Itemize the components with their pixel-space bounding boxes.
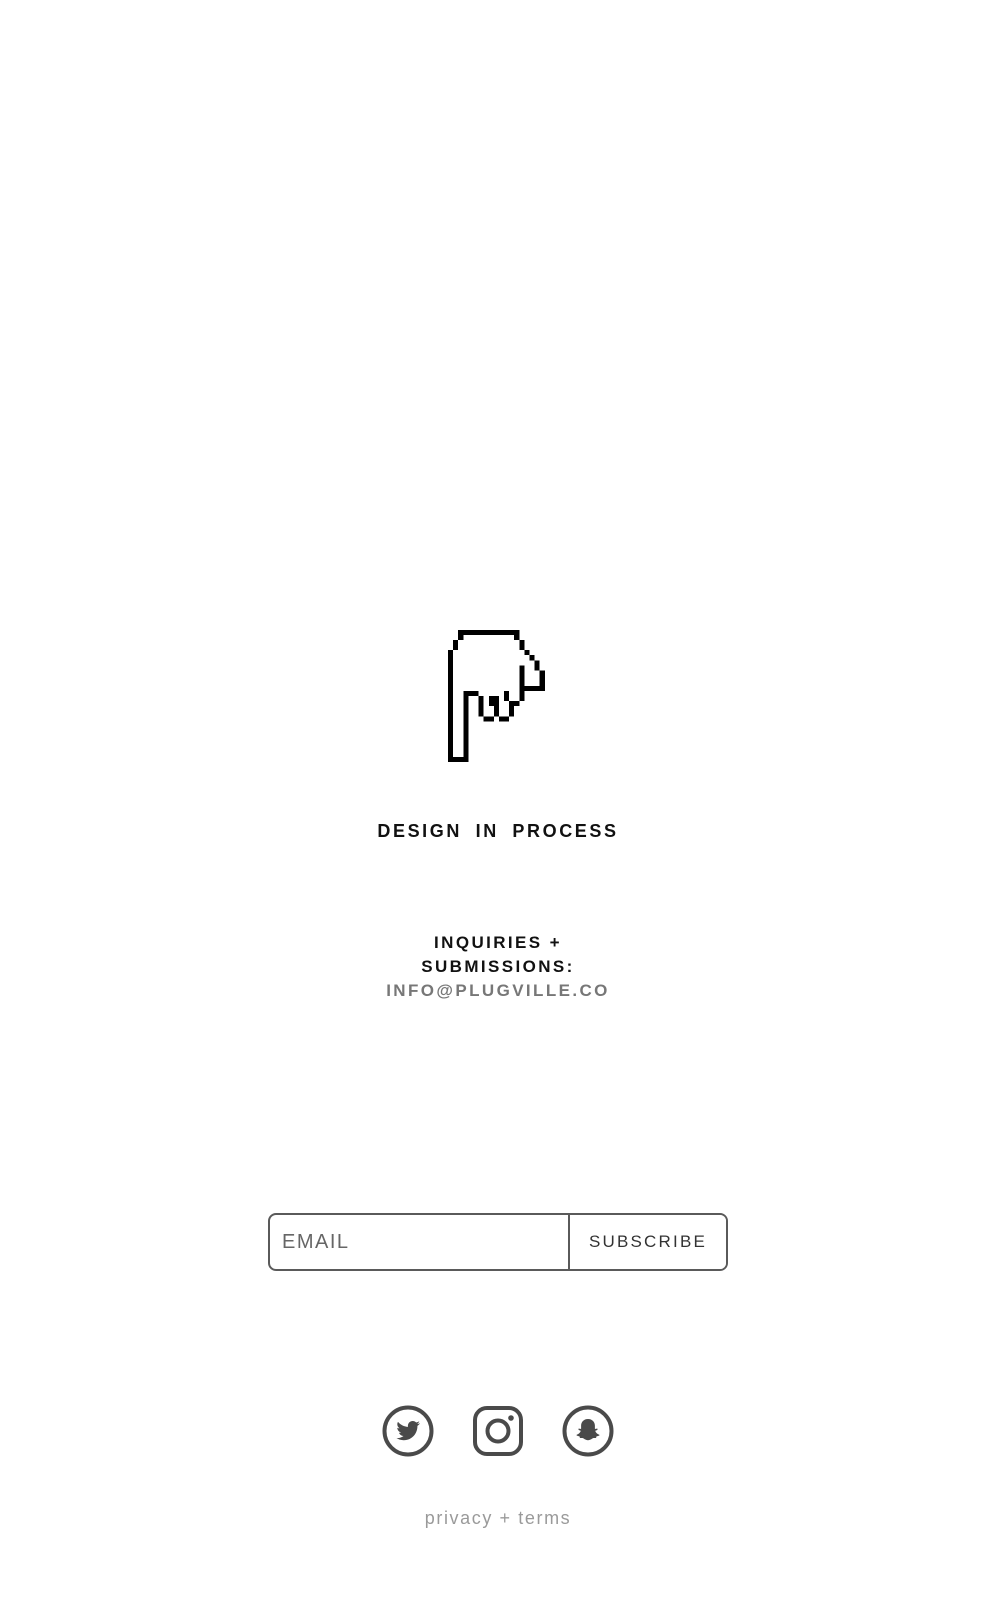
contact-line-2: SUBMISSIONS:	[421, 957, 575, 976]
tagline: DESIGN IN PROCESS	[377, 821, 619, 841]
footer: privacy + terms	[0, 1508, 996, 1529]
instagram-icon[interactable]	[472, 1405, 524, 1457]
privacy-terms-link[interactable]: privacy + terms	[425, 1508, 572, 1528]
social-links	[0, 1405, 996, 1457]
contact-line-1: INQUIRIES +	[434, 933, 562, 952]
email-input[interactable]	[270, 1215, 568, 1269]
subscribe-button[interactable]: SUBSCRIBE	[568, 1215, 726, 1269]
pixel-hand-pointing-down-icon	[448, 629, 555, 763]
contact-block: INQUIRIES + SUBMISSIONS: INFO@PLUGVILLE.…	[0, 931, 996, 1003]
newsletter-form: SUBSCRIBE	[268, 1213, 728, 1271]
snapchat-icon[interactable]	[562, 1405, 614, 1457]
contact-email-link[interactable]: INFO@PLUGVILLE.CO	[386, 979, 610, 1003]
twitter-icon[interactable]	[382, 1405, 434, 1457]
